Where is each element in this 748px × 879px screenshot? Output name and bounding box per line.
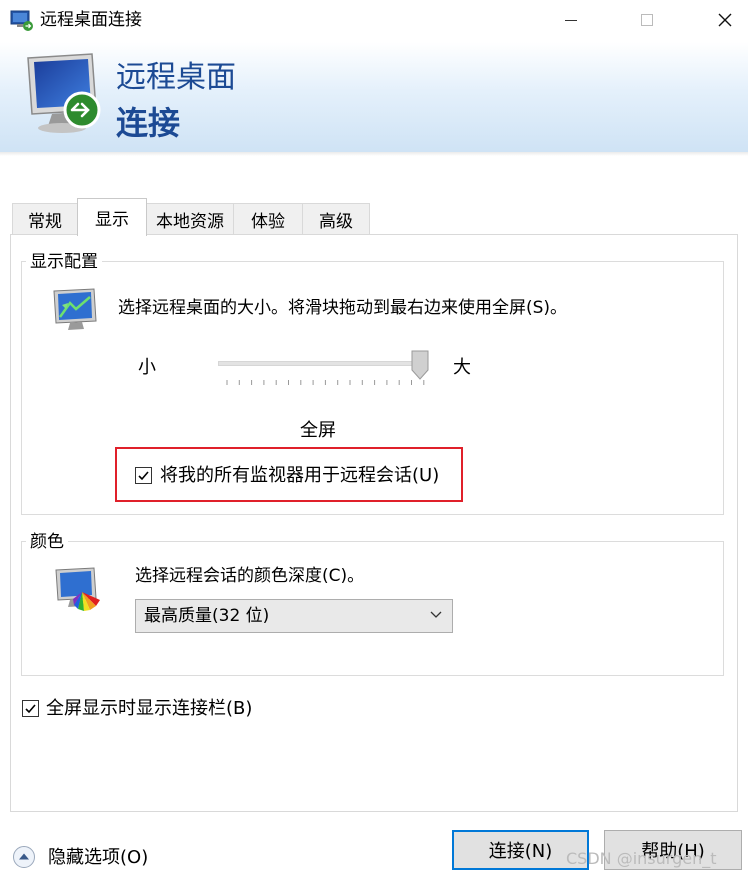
slider-thumb[interactable] [411,350,429,380]
connection-bar-label[interactable]: 全屏显示时显示连接栏(B) [46,697,252,721]
tab-display[interactable]: 显示 [77,198,147,236]
slider-max-label: 大 [453,357,471,378]
tab-experience[interactable]: 体验 [233,203,303,235]
color-depth-description: 选择远程会话的颜色深度(C)。 [135,566,365,586]
close-icon [718,13,732,27]
close-button[interactable] [702,0,748,40]
display-size-slider[interactable] [218,361,428,366]
slider-min-label: 小 [138,357,156,378]
tab-advanced[interactable]: 高级 [302,203,370,235]
display-config-label: 显示配置 [26,251,102,273]
multimonitor-label[interactable]: 将我的所有监视器用于远程会话(U) [160,464,439,488]
display-monitor-icon [53,288,97,330]
connection-bar-checkbox[interactable] [22,700,39,717]
title-bar: 远程桌面连接 [0,0,748,42]
tab-local-resources[interactable]: 本地资源 [146,203,234,235]
color-depth-selected-value: 最高质量(32 位) [144,606,270,626]
header-banner [0,42,748,153]
tab-general[interactable]: 常规 [12,203,78,235]
banner-divider [0,152,748,156]
collapse-options-icon[interactable] [12,845,36,869]
chevron-down-icon [430,611,442,618]
remote-desktop-monitor-icon [27,53,101,133]
color-group-label: 颜色 [26,531,68,553]
display-size-description: 选择远程桌面的大小。将滑块拖动到最右边来使用全屏(S)。 [118,298,568,318]
minimize-button[interactable] [548,0,594,40]
maximize-button[interactable] [624,0,670,40]
banner-title-line1: 远程桌面 [116,60,236,95]
banner-title-line2: 连接 [116,104,181,142]
minimize-icon [565,19,577,21]
color-depth-icon [55,567,100,611]
checkmark-icon [25,704,36,714]
hide-options-link[interactable]: 隐藏选项(O) [48,846,148,870]
maximize-icon [641,14,653,26]
watermark: CSDN @insurgen_t [566,849,717,868]
checkmark-icon [138,471,149,481]
multimonitor-checkbox[interactable] [135,467,152,484]
slider-value-label: 全屏 [300,420,336,441]
remote-desktop-app-icon [10,10,33,31]
window-title: 远程桌面连接 [40,10,142,30]
slider-ticks [226,380,425,385]
color-depth-select[interactable]: 最高质量(32 位) [135,599,453,633]
